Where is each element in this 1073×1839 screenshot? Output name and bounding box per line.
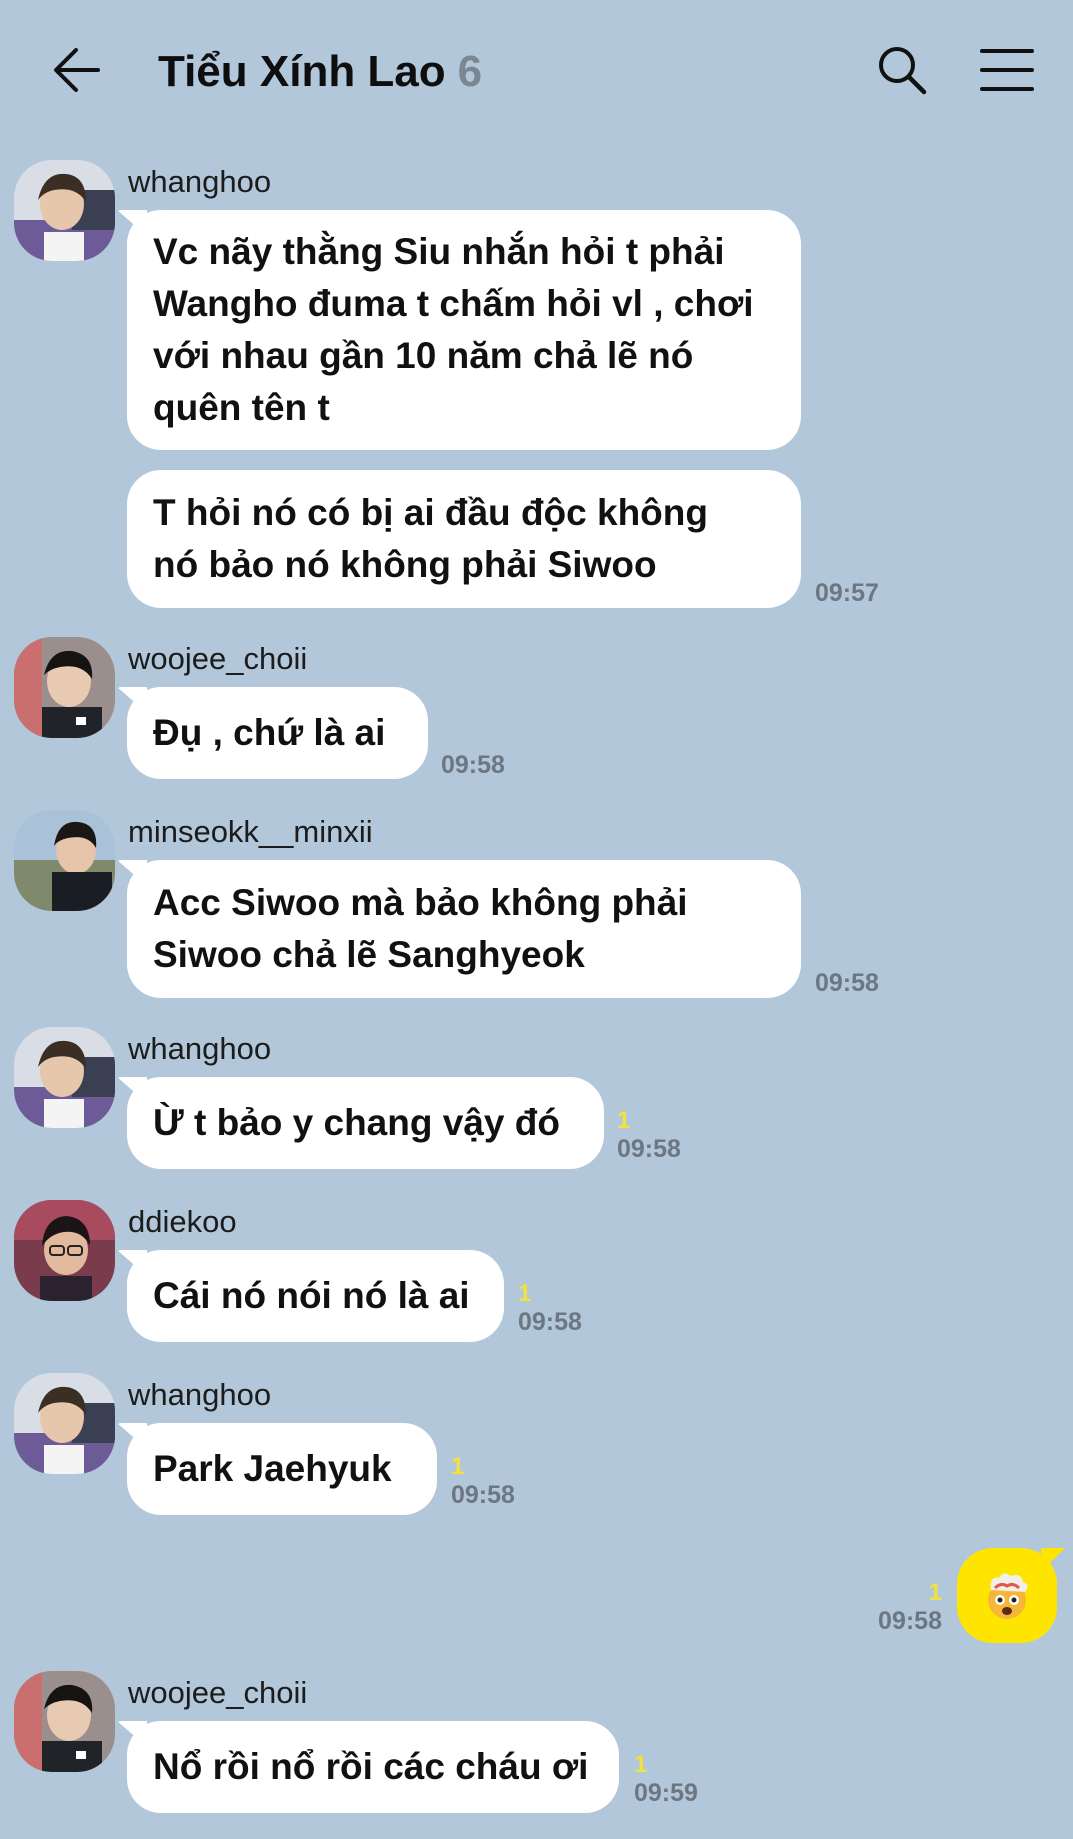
unread-count: 1 (928, 1579, 942, 1606)
avatar-whanghoo[interactable] (14, 160, 115, 261)
unread-count: 1 (634, 1751, 648, 1778)
message-bubble[interactable]: Đụ , chứ là ai (127, 687, 428, 779)
sender-name: ddiekoo (128, 1204, 237, 1239)
message-text: Đụ , chứ là ai (153, 712, 386, 753)
avatar-whanghoo[interactable] (14, 1373, 115, 1474)
avatar-woojee-choii[interactable] (14, 637, 115, 738)
message-bubble[interactable]: Vc nãy thằng Siu nhắn hỏi t phải Wangho … (127, 210, 801, 450)
avatar-minseokk-minxii[interactable] (14, 810, 115, 911)
message-bubble[interactable]: Nổ rồi nổ rồi các cháu ơi (127, 1721, 619, 1813)
search-icon (879, 47, 927, 95)
message-text: Vc nãy thằng Siu nhắn hỏi t phải Wangho … (153, 231, 754, 428)
message-time: 09:58 (878, 1607, 942, 1635)
member-count: 6 (457, 47, 483, 96)
message-time: 09:58 (617, 1135, 681, 1163)
message-time: 09:58 (518, 1308, 582, 1336)
unread-count: 1 (451, 1453, 465, 1480)
message-text: Cái nó nói nó là ai (153, 1275, 470, 1316)
back-button[interactable] (52, 44, 104, 96)
message-time: 09:58 (441, 751, 505, 779)
message-text: T hỏi nó có bị ai đầu độc không nó bảo n… (153, 492, 708, 585)
arrow-left-icon (54, 48, 100, 92)
message-text: Acc Siwoo mà bảo không phải Siwoo chả lẽ… (153, 882, 688, 975)
message-meta: 1 09:58 (872, 1580, 942, 1636)
outgoing-emoji-bubble[interactable] (957, 1548, 1057, 1643)
message-bubble[interactable]: Cái nó nói nó là ai (127, 1250, 504, 1342)
sender-name: whanghoo (128, 1031, 272, 1066)
avatar-whanghoo[interactable] (14, 1027, 115, 1128)
unread-count: 1 (617, 1107, 631, 1134)
message-text: Park Jaehyuk (153, 1448, 392, 1489)
exploding-head-emoji (988, 1572, 1028, 1619)
message-time: 09:58 (815, 969, 879, 997)
chat-header: Tiểu Xính Lao 6 (0, 0, 1073, 140)
unread-count: 1 (518, 1280, 532, 1307)
chat-title: Tiểu Xính Lao 6 (158, 42, 482, 102)
room-name: Tiểu Xính Lao (158, 47, 446, 96)
message-time: 09:58 (451, 1481, 515, 1509)
search-button[interactable] (876, 44, 928, 96)
message-bubble[interactable]: Park Jaehyuk (127, 1423, 437, 1515)
message-meta: 09:58 (441, 750, 505, 780)
message-text: Ừ t bảo y chang vậy đó (153, 1102, 560, 1143)
message-bubble[interactable]: T hỏi nó có bị ai đầu độc không nó bảo n… (127, 470, 801, 608)
hamburger-menu-icon (980, 49, 1034, 91)
sender-name: woojee_choii (128, 641, 308, 676)
avatar-woojee-choii[interactable] (14, 1671, 115, 1772)
message-meta: 1 09:58 (617, 1108, 681, 1164)
sender-name: whanghoo (128, 1377, 272, 1412)
sender-name: minseokk__minxii (128, 814, 373, 849)
message-meta: 1 09:58 (451, 1454, 515, 1510)
message-meta: 09:58 (815, 968, 879, 998)
message-bubble[interactable]: Ừ t bảo y chang vậy đó (127, 1077, 604, 1169)
message-meta: 09:57 (815, 578, 879, 608)
message-time: 09:57 (815, 579, 879, 607)
avatar-ddiekoo[interactable] (14, 1200, 115, 1301)
message-meta: 1 09:59 (634, 1752, 698, 1808)
sender-name: woojee_choii (128, 1675, 308, 1710)
message-meta: 1 09:58 (518, 1281, 582, 1337)
menu-button[interactable] (978, 44, 1036, 96)
message-text: Nổ rồi nổ rồi các cháu ơi (153, 1746, 589, 1787)
message-time: 09:59 (634, 1779, 698, 1807)
sender-name: whanghoo (128, 164, 272, 199)
message-bubble[interactable]: Acc Siwoo mà bảo không phải Siwoo chả lẽ… (127, 860, 801, 998)
